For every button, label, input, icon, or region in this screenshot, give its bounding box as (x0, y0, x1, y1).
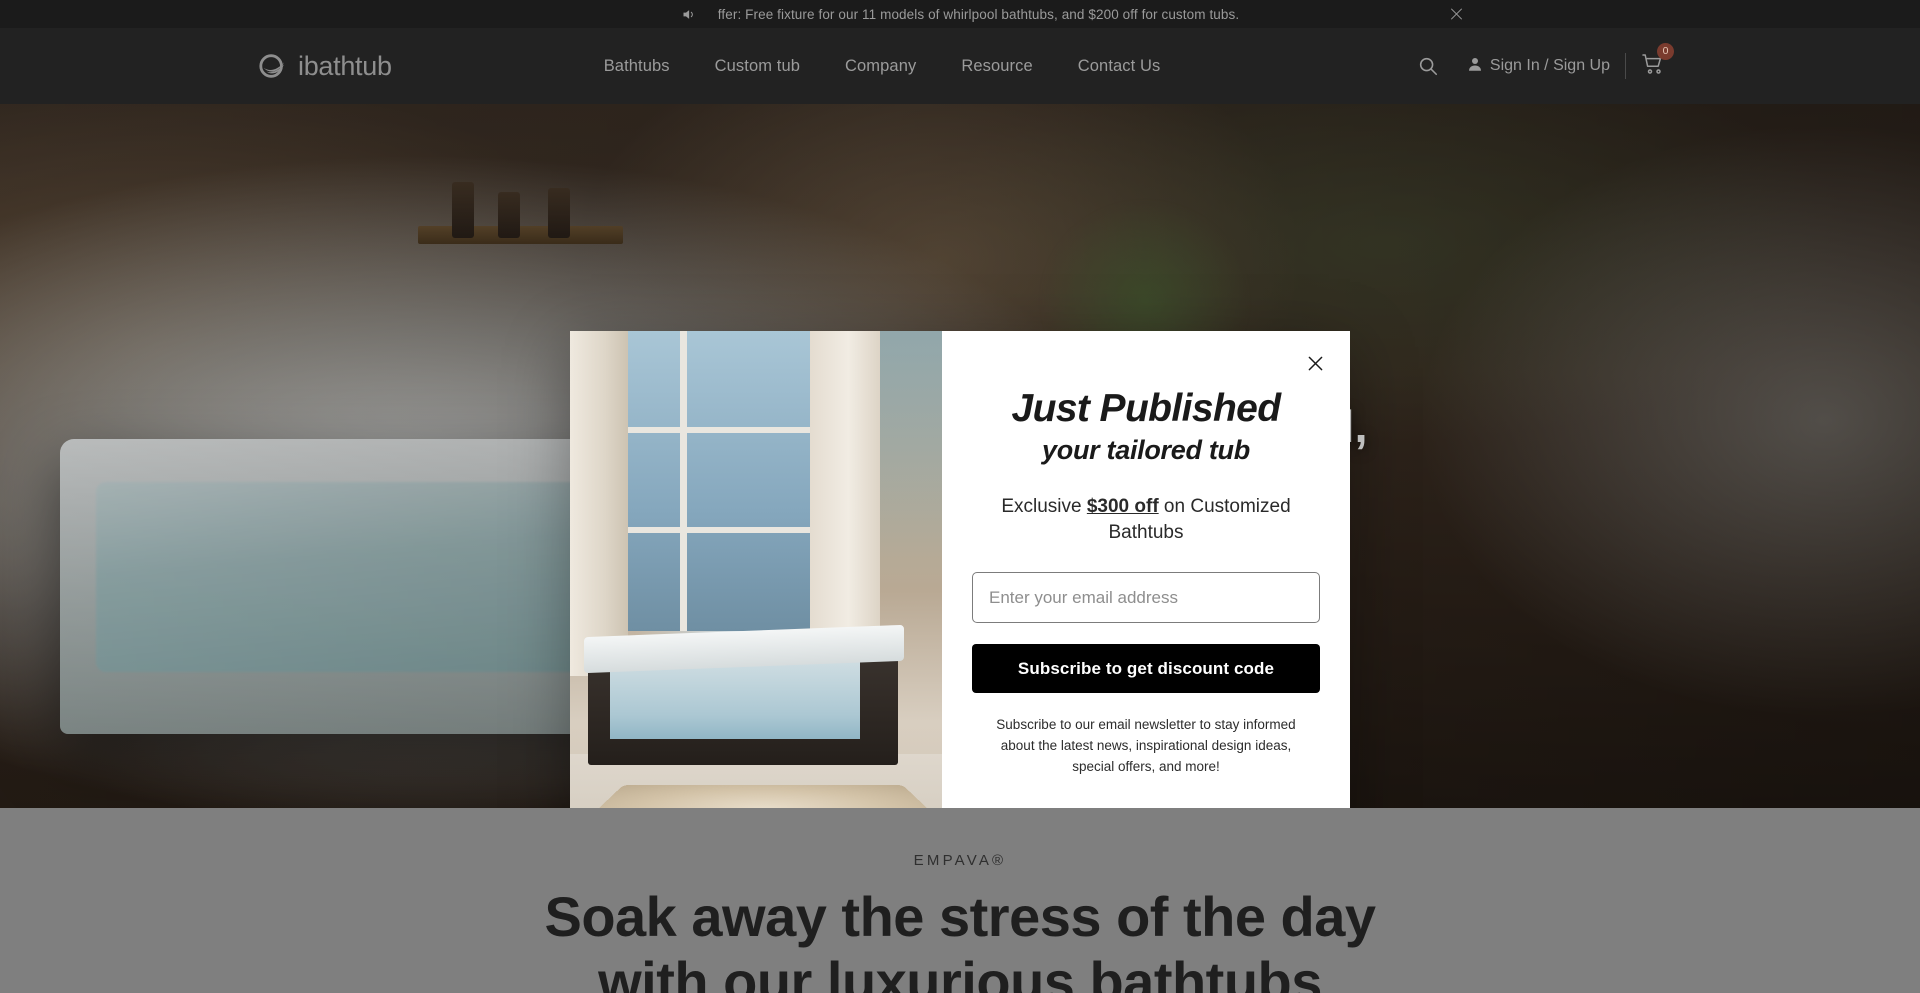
ibathtub-swoosh-logo-icon (259, 54, 285, 78)
nav-item-resource[interactable]: Resource (961, 57, 1032, 76)
hero-section: REVI-SKIN THERAPY IN, NEW YOU RESURRECT … (0, 104, 1920, 808)
user-icon (1466, 55, 1484, 78)
brand-label: EMPAVA® (913, 852, 1007, 869)
header-actions: Sign In / Sign Up 0 (1417, 42, 1674, 81)
modal-subtitle: your tailored tub (1042, 435, 1250, 465)
announcement-text: ffer: Free fixture for our 11 models of … (717, 6, 1240, 22)
modal-mullion-decoration (622, 527, 812, 533)
logo[interactable]: ibathtub (258, 51, 392, 82)
modal-curtain-decoration (570, 331, 628, 676)
offer-prefix: Exclusive (1001, 496, 1087, 517)
logo-text: ibathtub (298, 50, 392, 81)
modal-rug-decoration (570, 785, 942, 808)
nav-item-bathtubs[interactable]: Bathtubs (604, 57, 670, 76)
promo-section: EMPAVA® Soak away the stress of the day … (0, 808, 1920, 993)
cart-button[interactable]: 0 (1641, 42, 1674, 81)
cart-count-badge: 0 (1657, 42, 1674, 60)
announcement-bar: ffer: Free fixture for our 11 models of … (0, 0, 1920, 28)
nav-item-custom-tub[interactable]: Custom tub (715, 57, 800, 76)
sign-in-sign-up-button[interactable]: Sign In / Sign Up (1466, 55, 1610, 78)
promo-heading-line1: Soak away the stress of the day (544, 885, 1376, 948)
no-thanks-button[interactable]: No, Thanks (1229, 804, 1320, 808)
nav-item-company[interactable]: Company (845, 57, 916, 76)
modal-scrim: Just Published your tailored tub Exclusi… (0, 104, 1920, 808)
promo-heading: Soak away the stress of the day with our… (0, 885, 1920, 993)
search-icon[interactable] (1417, 55, 1439, 77)
modal-mullion-decoration (680, 331, 687, 631)
modal-title: Just Published (1011, 387, 1282, 430)
subscribe-button[interactable]: Subscribe to get discount code (972, 644, 1320, 694)
modal-tub-water-decoration (610, 661, 860, 739)
main-navigation: Bathtubs Custom tub Company Resource Con… (604, 57, 1161, 76)
header-divider (1625, 53, 1626, 79)
email-input[interactable] (972, 572, 1320, 624)
promo-heading-line2: with our luxurious bathtubs (598, 949, 1322, 993)
speaker-icon (681, 7, 696, 22)
site-header: ibathtub Bathtubs Custom tub Company Res… (0, 28, 1920, 104)
modal-window-decoration (622, 331, 812, 631)
modal-body: Just Published your tailored tub Exclusi… (942, 331, 1350, 808)
offer-amount: $300 off (1086, 496, 1159, 517)
modal-mullion-decoration (622, 427, 812, 433)
modal-offer-text: Exclusive $300 off on Customized Bathtub… (976, 494, 1316, 546)
modal-close-icon[interactable] (1299, 347, 1332, 380)
account-label: Sign In / Sign Up (1489, 57, 1610, 74)
nav-item-contact-us[interactable]: Contact Us (1078, 57, 1161, 76)
announcement-close-icon[interactable] (1448, 6, 1465, 23)
modal-image (570, 331, 942, 808)
modal-fineprint: Subscribe to our email newsletter to sta… (996, 717, 1296, 775)
newsletter-modal: Just Published your tailored tub Exclusi… (570, 331, 1350, 808)
